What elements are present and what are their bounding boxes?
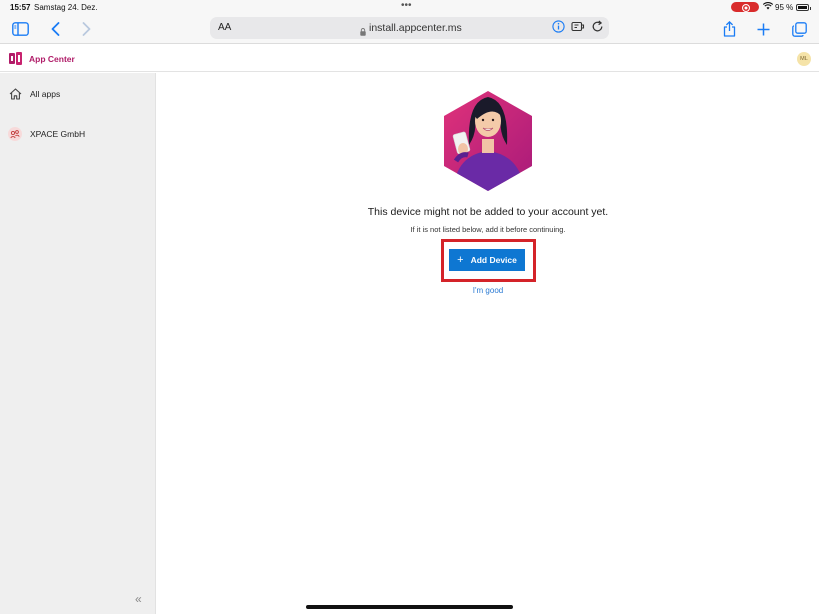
home-icon: [8, 87, 22, 101]
sidebar-item-label: All apps: [30, 89, 61, 99]
multitasking-dots[interactable]: •••: [401, 0, 412, 11]
device-warning-submessage: If it is not listed below, add it before…: [410, 225, 566, 234]
add-device-button[interactable]: + Add Device: [449, 249, 525, 271]
screen-recording-icon[interactable]: [731, 2, 759, 12]
device-warning-message: This device might not be added to your a…: [367, 206, 609, 218]
device-illustration: [441, 83, 535, 193]
forward-icon[interactable]: [75, 18, 97, 40]
back-icon[interactable]: [44, 18, 66, 40]
sidebar-toggle-icon[interactable]: [9, 18, 31, 40]
status-time: 15:57: [10, 3, 31, 12]
app-center-title[interactable]: App Center: [29, 54, 75, 64]
sidebar: All apps XPACE GmbH «: [0, 73, 156, 614]
add-device-label: Add Device: [470, 255, 517, 265]
share-icon[interactable]: [718, 18, 740, 40]
tabs-overview-icon[interactable]: [788, 18, 810, 40]
lock-icon: [360, 23, 366, 36]
address-bar[interactable]: AA install.appcenter.ms: [210, 17, 609, 39]
info-icon[interactable]: [552, 20, 565, 38]
app-header: App Center ML: [0, 45, 819, 72]
wifi-icon: [762, 2, 774, 12]
text-size-button[interactable]: AA: [218, 22, 231, 33]
im-good-link[interactable]: I'm good: [157, 286, 819, 295]
home-indicator[interactable]: [306, 605, 513, 609]
plus-icon: +: [457, 254, 464, 266]
reload-icon[interactable]: [591, 20, 604, 38]
new-tab-icon[interactable]: [752, 18, 774, 40]
main-content: This device might not be added to your a…: [157, 73, 819, 614]
sidebar-item-xpace-gmbh[interactable]: XPACE GmbH: [8, 125, 85, 143]
sidebar-item-all-apps[interactable]: All apps: [8, 85, 60, 103]
extension-icon[interactable]: [571, 20, 585, 38]
battery-percent: 95 %: [775, 3, 794, 12]
app-center-logo-icon[interactable]: [9, 52, 22, 65]
battery-icon: [796, 4, 811, 11]
user-avatar[interactable]: ML: [797, 52, 811, 66]
status-bar: 15:57 Samstag 24. Dez. ••• 95 %: [0, 0, 819, 14]
url-text[interactable]: install.appcenter.ms: [369, 22, 462, 34]
sidebar-item-label: XPACE GmbH: [30, 129, 86, 139]
status-date: Samstag 24. Dez.: [34, 3, 98, 12]
organization-icon: [8, 127, 22, 141]
collapse-sidebar-icon[interactable]: «: [135, 592, 142, 606]
browser-toolbar: AA install.appcenter.ms: [0, 14, 819, 44]
